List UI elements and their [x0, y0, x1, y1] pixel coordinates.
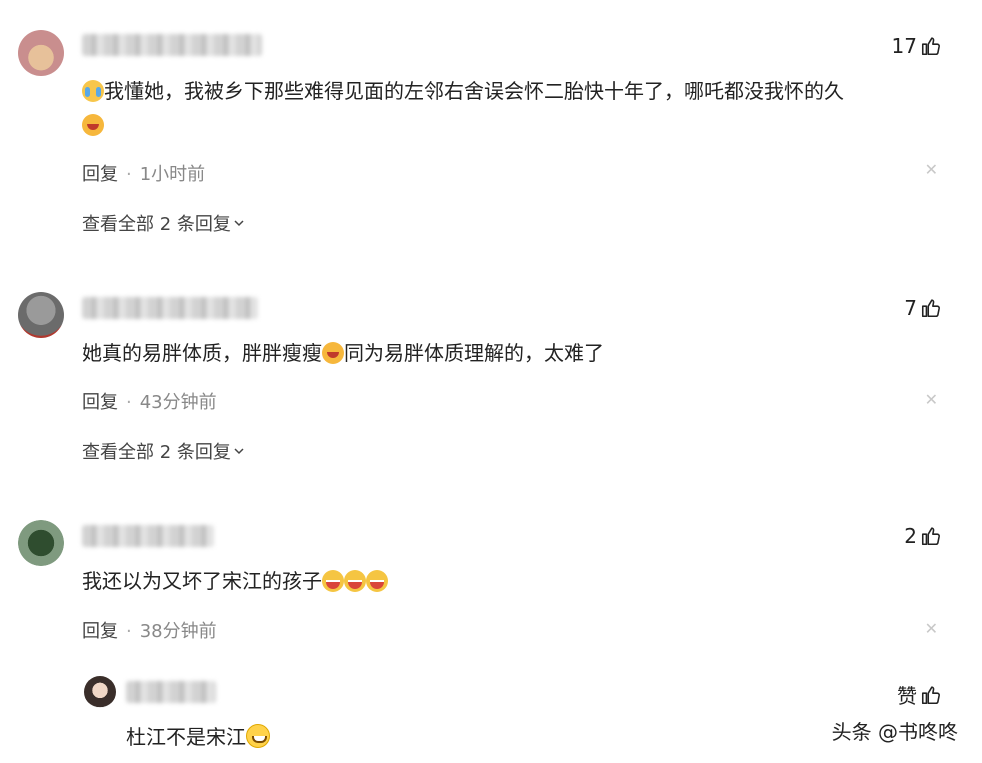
view-all-replies-button[interactable]: 查看全部 2 条回复: [82, 438, 245, 464]
reply-button[interactable]: 回复: [82, 621, 118, 642]
like-button[interactable]: 17: [892, 34, 942, 58]
close-icon[interactable]: ✕: [925, 619, 938, 638]
comment-text: 她真的易胖体质，胖胖瘦瘦 同为易胖体质理解的，太难了: [82, 341, 604, 365]
close-icon[interactable]: ✕: [925, 160, 938, 179]
chevron-down-icon: [234, 448, 244, 455]
grinning-emoji-icon: [366, 570, 388, 592]
reply-text: 杜江不是宋江: [126, 720, 270, 754]
thumbs-up-icon: [921, 299, 940, 318]
avatar[interactable]: [18, 520, 64, 566]
like-button[interactable]: 7: [904, 296, 942, 320]
like-label: 赞: [897, 684, 917, 708]
grinning-emoji-icon: [322, 570, 344, 592]
grinning-emoji-icon: [344, 570, 366, 592]
like-count: 2: [904, 524, 917, 548]
avatar[interactable]: [18, 292, 64, 338]
timestamp: 43分钟前: [139, 392, 217, 413]
reply-avatar[interactable]: [84, 676, 116, 708]
comment-meta: 回复 · 43分钟前: [82, 392, 217, 413]
username-blurred[interactable]: [82, 34, 262, 56]
comment-meta: 回复 · 1小时前: [82, 164, 206, 185]
timestamp: 1小时前: [139, 164, 206, 185]
reply-like-button[interactable]: 赞: [897, 680, 942, 709]
comment-text: 我还以为又坏了宋江的孩子: [82, 564, 388, 598]
username-blurred[interactable]: [82, 297, 258, 319]
crying-emoji-icon: [82, 80, 104, 102]
like-count: 7: [904, 296, 917, 320]
avatar[interactable]: [18, 30, 64, 76]
watermark: 头条 @书咚咚: [831, 720, 958, 744]
timestamp: 38分钟前: [139, 621, 217, 642]
comment-text: 我懂她，我被乡下那些难得见面的左邻右舍误会怀二胎快十年了，哪吒都没我怀的久: [82, 74, 844, 142]
view-all-replies-button[interactable]: 查看全部 2 条回复: [82, 210, 245, 236]
laughing-emoji-icon: [322, 342, 344, 364]
comment-meta: 回复 · 38分钟前: [82, 621, 217, 642]
thumbs-up-icon: [921, 685, 940, 704]
reply-button[interactable]: 回复: [82, 392, 118, 413]
username-blurred[interactable]: [82, 525, 214, 547]
reply-button[interactable]: 回复: [82, 164, 118, 185]
thumbs-up-icon: [921, 37, 940, 56]
like-count: 17: [891, 34, 917, 58]
laughing-emoji-icon: [82, 114, 104, 136]
chevron-down-icon: [234, 220, 244, 227]
like-button[interactable]: 2: [904, 524, 942, 548]
smiling-emoji-icon: [246, 724, 270, 748]
reply-username-blurred[interactable]: [126, 681, 216, 703]
thumbs-up-icon: [921, 527, 940, 546]
close-icon[interactable]: ✕: [925, 390, 938, 409]
